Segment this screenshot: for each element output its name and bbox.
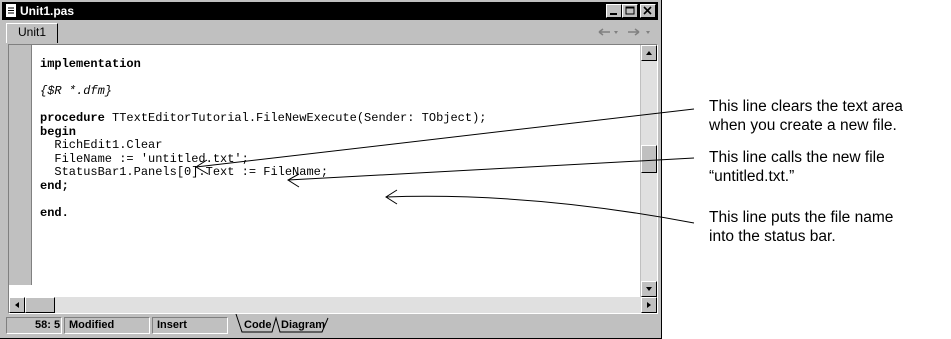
callout-text: This line puts the file name [709, 209, 894, 226]
arrowhead-icon [287, 173, 300, 188]
callout-2: This line calls the new file “untitled.t… [709, 148, 951, 186]
callout-arrow-2 [287, 157, 695, 181]
callout-1: This line clears the text area when you … [709, 97, 951, 135]
callout-text: into the status bar. [709, 228, 836, 245]
callout-arrow-3 [385, 195, 695, 224]
callout-text: This line calls the new file [709, 149, 885, 166]
callout-text: when you create a new file. [709, 117, 897, 134]
callout-3: This line puts the file name into the st… [709, 208, 951, 246]
callout-text: “untitled.txt.” [709, 168, 795, 185]
callout-arrow-1 [195, 108, 695, 168]
callout-text: This line clears the text area [709, 98, 903, 115]
